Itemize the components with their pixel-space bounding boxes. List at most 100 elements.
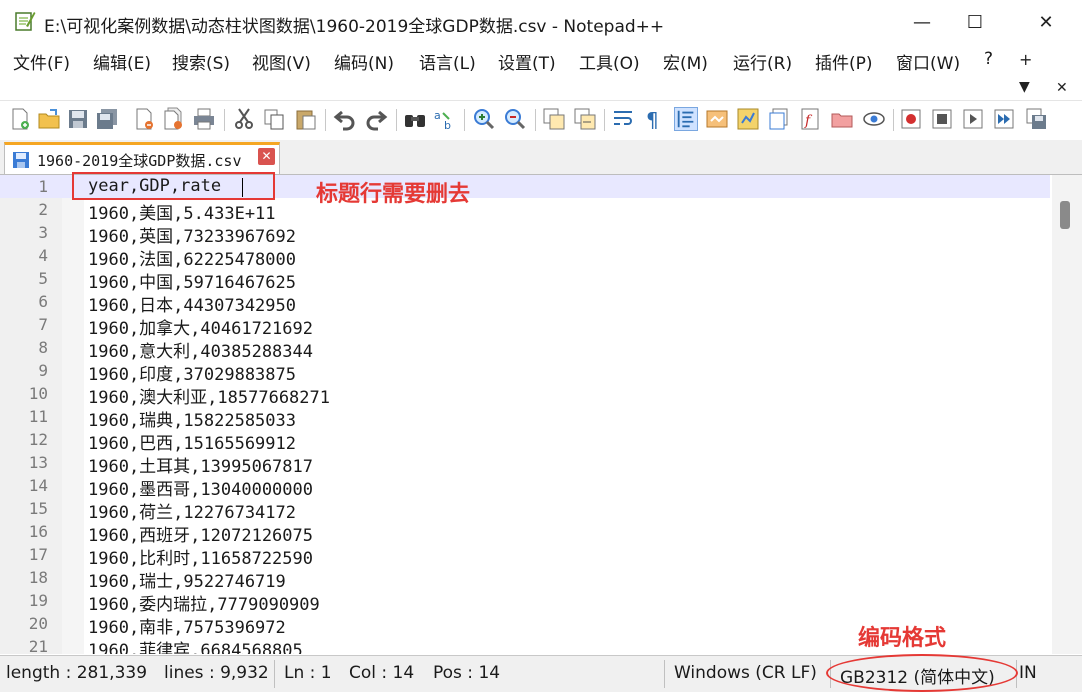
menu-edit[interactable]: 编辑(E) xyxy=(93,49,151,74)
line-number: 9 xyxy=(38,361,48,380)
folder-as-workspace-icon[interactable] xyxy=(830,107,854,131)
status-separator xyxy=(664,660,665,688)
sync-vertical-icon[interactable] xyxy=(542,107,566,131)
line-number: 1 xyxy=(38,177,48,196)
menu-tools[interactable]: 工具(O) xyxy=(579,49,640,74)
paste-icon[interactable] xyxy=(294,107,318,131)
menu-run[interactable]: 运行(R) xyxy=(733,49,792,74)
vertical-scrollbar[interactable] xyxy=(1052,175,1082,654)
line-text[interactable]: 1960,菲律宾,6684568805 xyxy=(88,636,303,654)
document-list-icon[interactable] xyxy=(767,107,791,131)
menu-file[interactable]: 文件(F) xyxy=(13,49,70,74)
editor-line[interactable]: 7 1960,加拿大,40461721692 xyxy=(0,313,1050,339)
document-map-icon[interactable] xyxy=(736,107,760,131)
word-wrap-icon[interactable] xyxy=(612,107,636,131)
dropdown-arrow-icon[interactable]: ▼ xyxy=(1019,79,1030,95)
menu-view[interactable]: 视图(V) xyxy=(252,49,311,74)
editor-line[interactable]: 12 1960,巴西,15165569912 xyxy=(0,428,1050,454)
menu-plugins[interactable]: 插件(P) xyxy=(815,49,873,74)
sync-horizontal-icon[interactable] xyxy=(573,107,597,131)
close-tab-icon[interactable]: ✕ xyxy=(258,148,275,165)
undo-icon[interactable] xyxy=(333,107,357,131)
menu-language[interactable]: 语言(L) xyxy=(419,49,476,74)
line-number: 5 xyxy=(38,269,48,288)
editor-line[interactable]: 4 1960,法国,62225478000 xyxy=(0,244,1050,270)
tab-gdp-csv[interactable]: 1960-2019全球GDP数据.csv ✕ xyxy=(4,142,280,174)
line-number: 6 xyxy=(38,292,48,311)
zoom-out-icon[interactable] xyxy=(503,107,527,131)
play-macro-icon[interactable] xyxy=(961,107,985,131)
editor-line[interactable]: 10 1960,澳大利亚,18577668271 xyxy=(0,382,1050,408)
cut-icon[interactable] xyxy=(232,107,256,131)
menu-window[interactable]: 窗口(W) xyxy=(896,49,960,74)
monitoring-eye-icon[interactable] xyxy=(862,107,886,131)
line-number: 21 xyxy=(28,637,48,654)
toolbar-separator xyxy=(604,109,605,131)
editor-line[interactable]: 14 1960,墨西哥,13040000000 xyxy=(0,474,1050,500)
replace-icon[interactable]: ab xyxy=(433,107,457,131)
status-lines: lines : 9,932 xyxy=(164,663,269,683)
close-document-icon[interactable]: ✕ xyxy=(1056,80,1068,96)
menu-macro[interactable]: 宏(M) xyxy=(663,49,708,74)
editor-line[interactable]: 6 1960,日本,44307342950 xyxy=(0,290,1050,316)
scrollbar-thumb[interactable] xyxy=(1060,201,1070,229)
menu-encoding[interactable]: 编码(N) xyxy=(334,49,394,74)
text-editor[interactable]: 1 year,GDP,rate 2 1960,美国,5.433E+11 3 1960,英国… xyxy=(0,175,1082,654)
toolbar-separator xyxy=(224,109,225,131)
stop-macro-icon[interactable] xyxy=(930,107,954,131)
status-insert-mode: IN xyxy=(1019,663,1037,683)
new-file-icon[interactable] xyxy=(8,107,32,131)
toolbar-separator xyxy=(325,109,326,131)
editor-line[interactable]: 5 1960,中国,59716467625 xyxy=(0,267,1050,293)
line-number: 11 xyxy=(28,407,48,426)
show-all-characters-icon[interactable]: ¶ xyxy=(642,107,666,131)
minimize-button[interactable]: — xyxy=(900,6,944,38)
run-macro-multiple-icon[interactable] xyxy=(992,107,1016,131)
header-row-note: 标题行需要删去 xyxy=(316,182,471,207)
editor-line[interactable]: 19 1960,委内瑞拉,7779090909 xyxy=(0,589,1050,615)
close-file-icon[interactable] xyxy=(132,107,156,131)
menu-help[interactable]: ? xyxy=(984,49,993,69)
save-macro-icon[interactable] xyxy=(1024,107,1048,131)
editor-line[interactable]: 18 1960,瑞士,9522746719 xyxy=(0,566,1050,592)
editor-line[interactable]: 2 1960,美国,5.433E+11 xyxy=(0,198,1050,224)
editor-line[interactable]: 17 1960,比利时,11658722590 xyxy=(0,543,1050,569)
editor-line[interactable]: 16 1960,西班牙,12072126075 xyxy=(0,520,1050,546)
status-line-ending[interactable]: Windows (CR LF) xyxy=(674,663,817,683)
record-macro-icon[interactable] xyxy=(899,107,923,131)
maximize-button[interactable]: ☐ xyxy=(953,6,997,38)
line-number: 20 xyxy=(28,614,48,633)
save-all-icon[interactable] xyxy=(95,107,119,131)
save-icon[interactable] xyxy=(66,107,90,131)
redo-icon[interactable] xyxy=(364,107,388,131)
line-number: 8 xyxy=(38,338,48,357)
editor-line[interactable]: 13 1960,土耳其,13995067817 xyxy=(0,451,1050,477)
print-icon[interactable] xyxy=(192,107,216,131)
tab-bar: 1960-2019全球GDP数据.csv ✕ xyxy=(0,140,1082,175)
toolbar-separator xyxy=(535,109,536,131)
menu-settings[interactable]: 设置(T) xyxy=(498,49,556,74)
menu-search[interactable]: 搜索(S) xyxy=(172,49,230,74)
editor-line[interactable]: 11 1960,瑞典,15822585033 xyxy=(0,405,1050,431)
close-all-icon[interactable] xyxy=(161,107,185,131)
status-position: Pos : 14 xyxy=(433,663,501,683)
copy-icon[interactable] xyxy=(262,107,286,131)
find-icon[interactable] xyxy=(403,107,427,131)
status-line-number: Ln : 1 xyxy=(284,663,332,683)
add-icon[interactable]: + xyxy=(1019,50,1032,69)
toolbar: ab ¶ f xyxy=(0,100,1082,139)
line-number: 12 xyxy=(28,430,48,449)
line-number: 17 xyxy=(28,545,48,564)
function-list-icon[interactable]: f xyxy=(799,107,823,131)
indent-guide-icon[interactable] xyxy=(674,107,698,131)
line-number: 2 xyxy=(38,200,48,219)
editor-line[interactable]: 3 1960,英国,73233967692 xyxy=(0,221,1050,247)
open-file-icon[interactable] xyxy=(37,107,61,131)
editor-line[interactable]: 9 1960,印度,37029883875 xyxy=(0,359,1050,385)
zoom-in-icon[interactable] xyxy=(472,107,496,131)
user-defined-language-icon[interactable] xyxy=(705,107,729,131)
editor-line[interactable]: 15 1960,荷兰,12276734172 xyxy=(0,497,1050,523)
editor-line[interactable]: 8 1960,意大利,40385288344 xyxy=(0,336,1050,362)
close-window-button[interactable]: ✕ xyxy=(1024,6,1068,38)
line-number: 7 xyxy=(38,315,48,334)
